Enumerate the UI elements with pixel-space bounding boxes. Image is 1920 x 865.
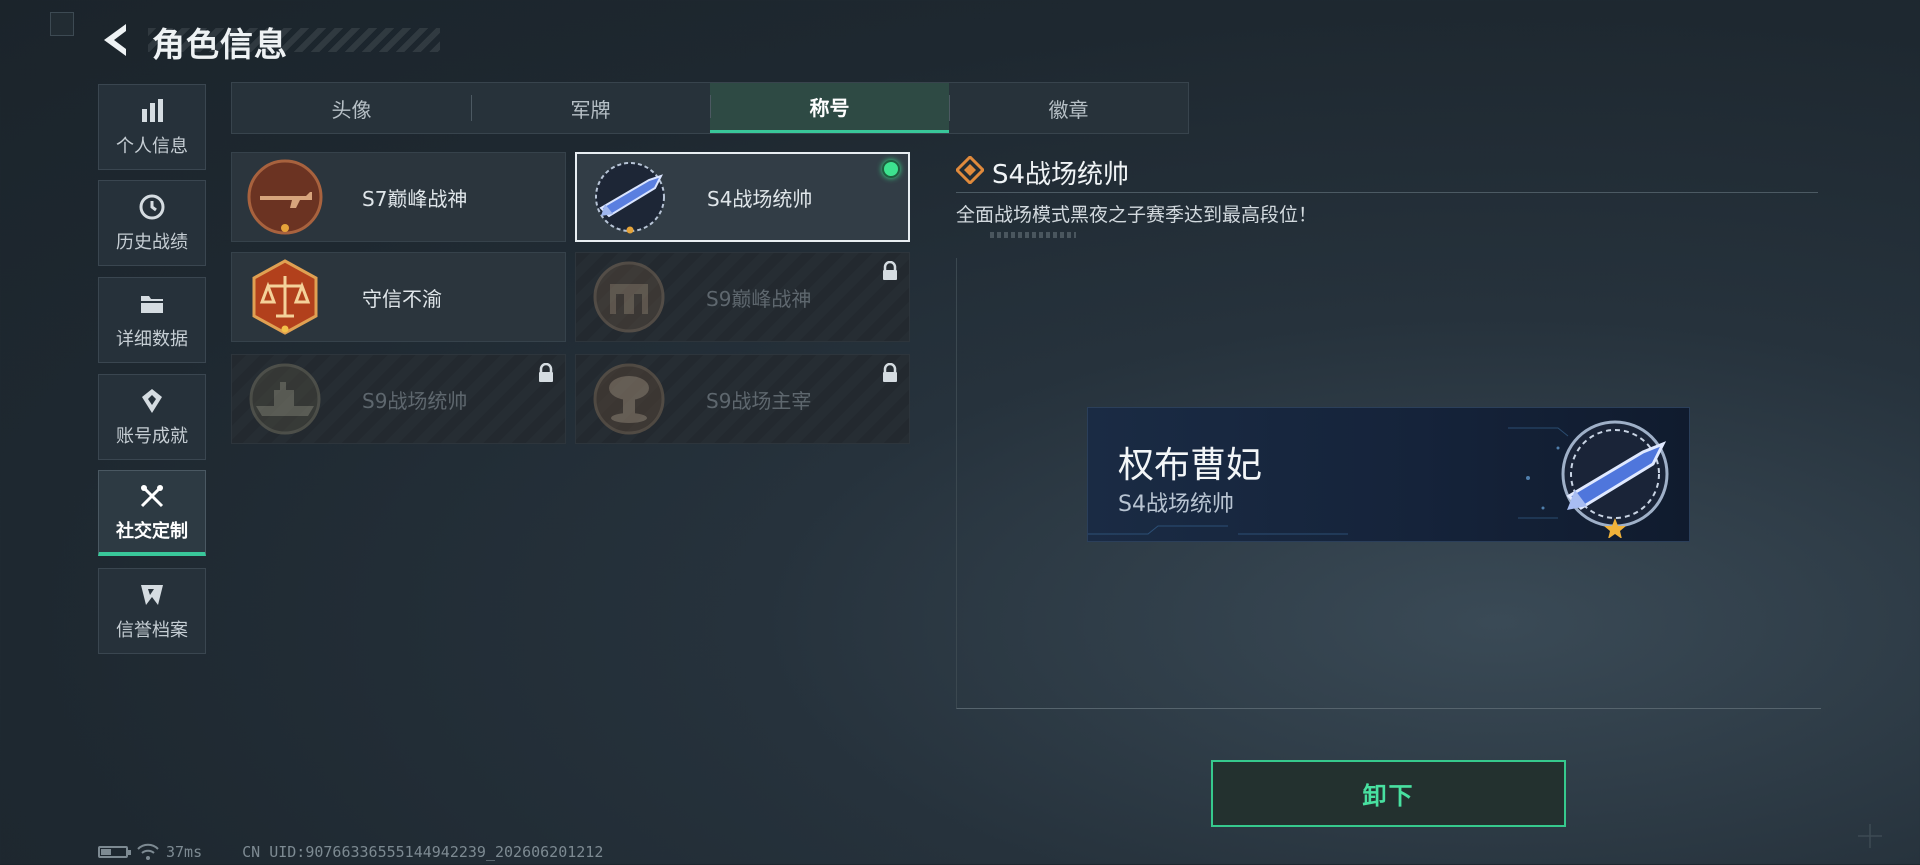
scales-emblem-icon: [246, 258, 324, 336]
tab-dog-tag[interactable]: 军牌: [471, 83, 710, 133]
lock-icon: [881, 260, 899, 281]
clock-icon: [137, 192, 167, 222]
banner-player-name: 权布曹妃: [1118, 445, 1263, 486]
sidebar-item-credit[interactable]: 信誉档案: [98, 568, 206, 654]
lock-icon: [537, 362, 555, 383]
tab-badge[interactable]: 徽章: [949, 83, 1188, 133]
status-bar: 37ms CN UID:90766336555144942239_2026062…: [98, 843, 603, 861]
title-card-s9-battlefield-marshal[interactable]: S9战场统帅: [231, 354, 566, 444]
title-card-s4-battlefield-marshal[interactable]: S4战场统帅: [575, 152, 910, 242]
detail-description: 全面战场模式黑夜之子赛季达到最高段位！: [956, 204, 1318, 226]
sidebar-item-label: 详细数据: [116, 329, 188, 350]
battery-icon: [98, 846, 131, 858]
lock-icon: [881, 362, 899, 383]
sidebar-item-label: 社交定制: [116, 520, 188, 542]
title-name: S9战场统帅: [362, 388, 468, 413]
warship-emblem-icon: [246, 360, 324, 438]
sidebar-item-social-custom[interactable]: 社交定制: [98, 470, 206, 556]
missile-emblem-icon: [1553, 414, 1677, 539]
unequip-button[interactable]: 卸下: [1211, 760, 1566, 827]
back-button[interactable]: [96, 20, 136, 60]
title-name: S9巅峰战神: [706, 286, 812, 311]
tools-icon: [137, 481, 167, 511]
diamond-icon: [954, 154, 986, 186]
sidebar-item-history[interactable]: 历史战绩: [98, 180, 206, 266]
tab-bar: 头像 军牌 称号 徽章: [231, 82, 1189, 134]
missile-emblem-icon: [591, 158, 669, 236]
divider: [956, 192, 1818, 193]
wifi-icon: [136, 843, 160, 861]
title-banner-preview: 权布曹妃 S4战场统帅: [1087, 407, 1690, 542]
tab-title[interactable]: 称号: [710, 83, 949, 133]
sidebar-item-label: 个人信息: [116, 136, 188, 157]
mushroom-cloud-emblem-icon: [590, 360, 668, 438]
title-name: S7巅峰战神: [362, 186, 468, 211]
shield-icon: [137, 580, 167, 610]
sidebar-item-detailed-data[interactable]: 详细数据: [98, 277, 206, 363]
description-decoration: [990, 232, 1076, 238]
bar-chart-icon: [137, 96, 167, 126]
detail-title: S4战场统帅: [992, 160, 1130, 190]
crosshair-icon: [1856, 822, 1884, 850]
rifle-emblem-icon: [246, 158, 324, 236]
fortress-emblem-icon: [590, 258, 668, 336]
sidebar-item-label: 信誉档案: [116, 620, 188, 641]
title-card-s9-peak-war-god[interactable]: S9巅峰战神: [575, 252, 910, 342]
medal-icon: [137, 386, 167, 416]
title-card-keep-faith[interactable]: 守信不渝: [231, 252, 566, 342]
sidebar-item-label: 历史战绩: [116, 232, 188, 253]
banner-title-name: S4战场统帅: [1118, 492, 1234, 517]
corner-square: [50, 12, 74, 36]
back-arrow-icon: [104, 24, 126, 56]
uid-text: CN UID:90766336555144942239_202606201212: [242, 843, 604, 861]
equipped-indicator: [882, 160, 900, 178]
title-name: S4战场统帅: [707, 186, 813, 211]
folder-icon: [137, 289, 167, 319]
ping-text: 37ms: [166, 843, 203, 861]
tab-avatar[interactable]: 头像: [232, 83, 471, 133]
sidebar-item-personal-info[interactable]: 个人信息: [98, 84, 206, 170]
page-title: 角色信息: [152, 25, 288, 64]
sidebar-item-achievements[interactable]: 账号成就: [98, 374, 206, 460]
title-name: S9战场主宰: [706, 388, 812, 413]
title-name: 守信不渝: [362, 286, 442, 311]
title-card-s9-battlefield-dominator[interactable]: S9战场主宰: [575, 354, 910, 444]
title-card-s7-peak-war-god[interactable]: S7巅峰战神: [231, 152, 566, 242]
sidebar-item-label: 账号成就: [116, 426, 188, 447]
